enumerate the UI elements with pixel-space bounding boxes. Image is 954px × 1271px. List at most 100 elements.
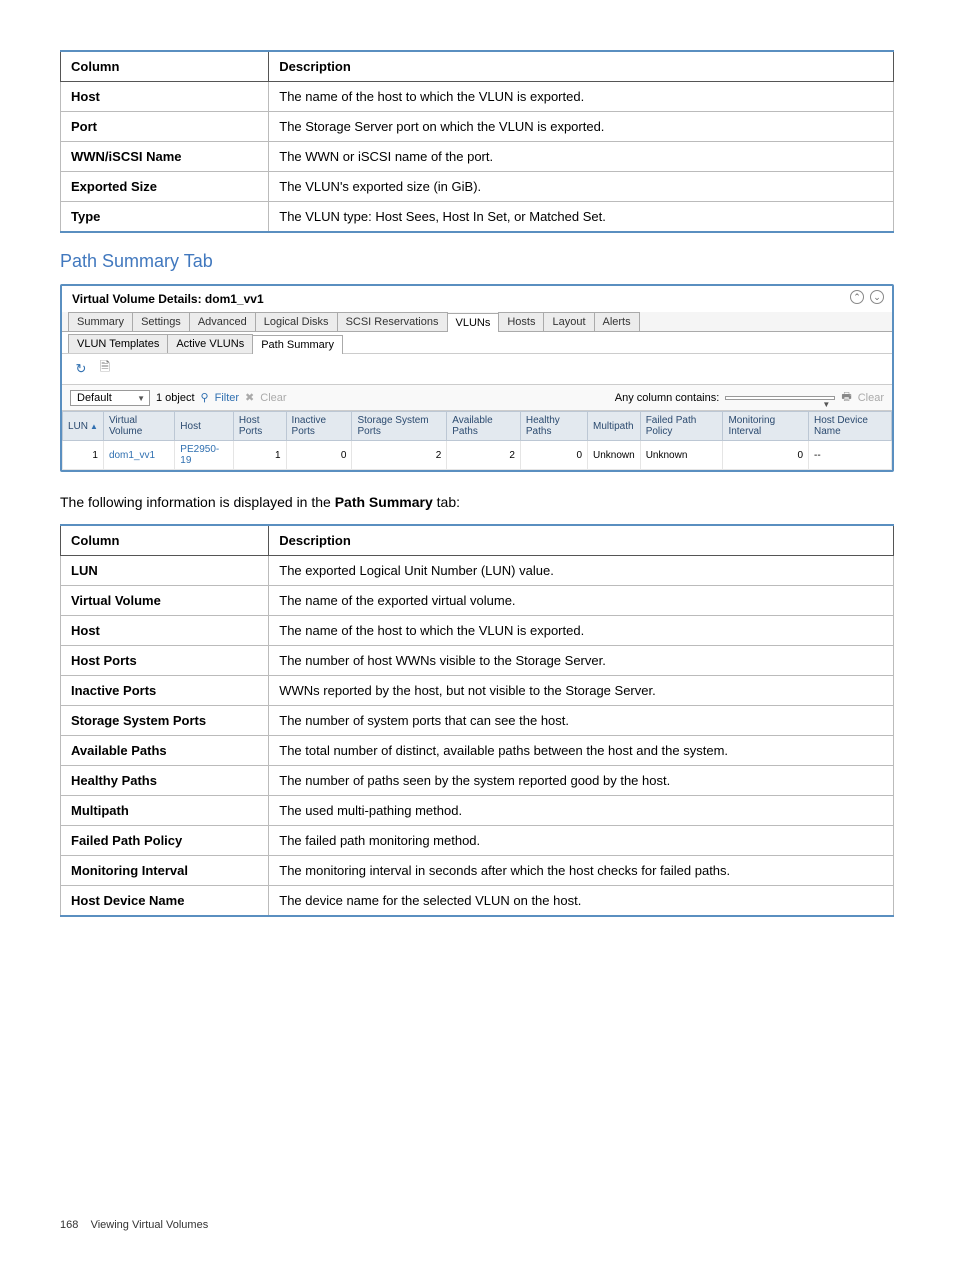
cell-available-paths: 2 (447, 441, 521, 470)
cell-column: Available Paths (61, 736, 269, 766)
toolbar: ↻ 🗎 (62, 354, 892, 384)
panel-title: Virtual Volume Details: dom1_vv1 (62, 286, 892, 312)
grid-header-inactive-ports[interactable]: Inactive Ports (286, 412, 352, 441)
cell-description: The used multi-pathing method. (269, 796, 894, 826)
grid-header-host[interactable]: Host (175, 412, 234, 441)
panel-top-controls: ⌃ ⌄ (850, 290, 884, 304)
cell-column: Monitoring Interval (61, 856, 269, 886)
table-row: Virtual VolumeThe name of the exported v… (61, 586, 894, 616)
table-row: MultipathThe used multi-pathing method. (61, 796, 894, 826)
page-title: Viewing Virtual Volumes (91, 1219, 209, 1231)
main-tab-vluns[interactable]: VLUNs (447, 313, 500, 332)
search-column-combo[interactable] (725, 396, 835, 400)
filter-icon[interactable]: ⚲ (201, 391, 209, 404)
grid-header-monitoring-interval[interactable]: Monitoring Interval (723, 412, 809, 441)
clear-link: Clear (260, 392, 286, 404)
filter-preset-combo[interactable]: Default (70, 390, 150, 406)
grid-header-multipath[interactable]: Multipath (588, 412, 641, 441)
main-tab-scsi-reservations[interactable]: SCSI Reservations (337, 312, 448, 331)
vv-details-panel: Virtual Volume Details: dom1_vv1 ⌃ ⌄ Sum… (60, 284, 894, 472)
main-tab-layout[interactable]: Layout (543, 312, 594, 331)
bottom-description-table: Column Description LUNThe exported Logic… (60, 524, 894, 917)
table-row: Failed Path PolicyThe failed path monito… (61, 826, 894, 856)
grid-header-failed-path-policy[interactable]: Failed Path Policy (640, 412, 723, 441)
printer-icon[interactable]: 🖶 (841, 388, 851, 407)
cell-description: The name of the host to which the VLUN i… (269, 616, 894, 646)
cell-column: LUN (61, 556, 269, 586)
table-row: Exported SizeThe VLUN's exported size (i… (61, 172, 894, 202)
page-footer: 168 Viewing Virtual Volumes (60, 1219, 208, 1231)
cell-storage-system-ports: 2 (352, 441, 447, 470)
grid-header-virtual-volume[interactable]: Virtual Volume (103, 412, 174, 441)
cell-description: WWNs reported by the host, but not visib… (269, 676, 894, 706)
table-row: PortThe Storage Server port on which the… (61, 112, 894, 142)
cell-column: Healthy Paths (61, 766, 269, 796)
cell-description: The Storage Server port on which the VLU… (269, 112, 894, 142)
filter-link[interactable]: Filter (215, 392, 239, 404)
table-row: Healthy PathsThe number of paths seen by… (61, 766, 894, 796)
cell-host-ports: 1 (233, 441, 286, 470)
cell-inactive-ports: 0 (286, 441, 352, 470)
sort-asc-icon: ▲ (90, 422, 98, 431)
export-icon[interactable]: 🗎 (96, 360, 114, 378)
table-row: Host Device NameThe device name for the … (61, 886, 894, 917)
table-row: HostThe name of the host to which the VL… (61, 616, 894, 646)
collapse-up-icon[interactable]: ⌃ (850, 290, 864, 304)
main-tab-alerts[interactable]: Alerts (594, 312, 640, 331)
main-tab-summary[interactable]: Summary (68, 312, 133, 331)
grid-header-healthy-paths[interactable]: Healthy Paths (520, 412, 587, 441)
main-tab-hosts[interactable]: Hosts (498, 312, 544, 331)
grid-header-available-paths[interactable]: Available Paths (447, 412, 521, 441)
main-tab-advanced[interactable]: Advanced (189, 312, 256, 331)
grid-header-lun[interactable]: LUN▲ (63, 412, 104, 441)
table-row: WWN/iSCSI NameThe WWN or iSCSI name of t… (61, 142, 894, 172)
cell-host[interactable]: PE2950-19 (175, 441, 234, 470)
cell-failed-path-policy: Unknown (640, 441, 723, 470)
sub-tab-active-vluns[interactable]: Active VLUNs (167, 334, 253, 353)
col-header-description: Description (269, 51, 894, 82)
path-summary-grid: LUN▲Virtual VolumeHostHost PortsInactive… (62, 411, 892, 470)
any-column-label: Any column contains: (615, 392, 720, 404)
main-tab-logical-disks[interactable]: Logical Disks (255, 312, 338, 331)
page-number: 168 (60, 1219, 78, 1231)
grid-row[interactable]: 1 dom1_vv1 PE2950-19 1 0 2 2 0 Unknown U… (63, 441, 892, 470)
cell-column: Host (61, 616, 269, 646)
clear-right-link: Clear (858, 392, 884, 404)
cell-column: Storage System Ports (61, 706, 269, 736)
grid-header-storage-system-ports[interactable]: Storage System Ports (352, 412, 447, 441)
sub-tab-row: VLUN TemplatesActive VLUNsPath Summary (62, 332, 892, 354)
table-row: HostThe name of the host to which the VL… (61, 82, 894, 112)
sub-tab-vlun-templates[interactable]: VLUN Templates (68, 334, 168, 353)
table-row: Host PortsThe number of host WWNs visibl… (61, 646, 894, 676)
refresh-icon[interactable]: ↻ (72, 360, 90, 378)
main-tab-settings[interactable]: Settings (132, 312, 190, 331)
object-count-label: 1 object (156, 392, 195, 404)
cell-description: The number of paths seen by the system r… (269, 766, 894, 796)
cell-description: The VLUN's exported size (in GiB). (269, 172, 894, 202)
table-row: LUNThe exported Logical Unit Number (LUN… (61, 556, 894, 586)
cell-description: The name of the host to which the VLUN i… (269, 82, 894, 112)
top-description-table: Column Description HostThe name of the h… (60, 50, 894, 233)
cell-column: WWN/iSCSI Name (61, 142, 269, 172)
lead-suffix: tab: (433, 494, 460, 510)
grid-header-host-device-name[interactable]: Host Device Name (809, 412, 892, 441)
clear-icon: ✖ (245, 391, 254, 404)
cell-virtual-volume[interactable]: dom1_vv1 (103, 441, 174, 470)
grid-header-host-ports[interactable]: Host Ports (233, 412, 286, 441)
col-header-description: Description (269, 525, 894, 556)
table-row: Monitoring IntervalThe monitoring interv… (61, 856, 894, 886)
cell-healthy-paths: 0 (520, 441, 587, 470)
cell-description: The number of system ports that can see … (269, 706, 894, 736)
collapse-down-icon[interactable]: ⌄ (870, 290, 884, 304)
cell-column: Virtual Volume (61, 586, 269, 616)
col-header-column: Column (61, 51, 269, 82)
lead-prefix: The following information is displayed i… (60, 494, 335, 510)
cell-column: Inactive Ports (61, 676, 269, 706)
table-row: Available PathsThe total number of disti… (61, 736, 894, 766)
sub-tab-path-summary[interactable]: Path Summary (252, 335, 343, 354)
cell-column: Host Ports (61, 646, 269, 676)
main-tab-row: SummarySettingsAdvancedLogical DisksSCSI… (62, 312, 892, 332)
cell-description: The monitoring interval in seconds after… (269, 856, 894, 886)
cell-column: Multipath (61, 796, 269, 826)
cell-multipath: Unknown (588, 441, 641, 470)
